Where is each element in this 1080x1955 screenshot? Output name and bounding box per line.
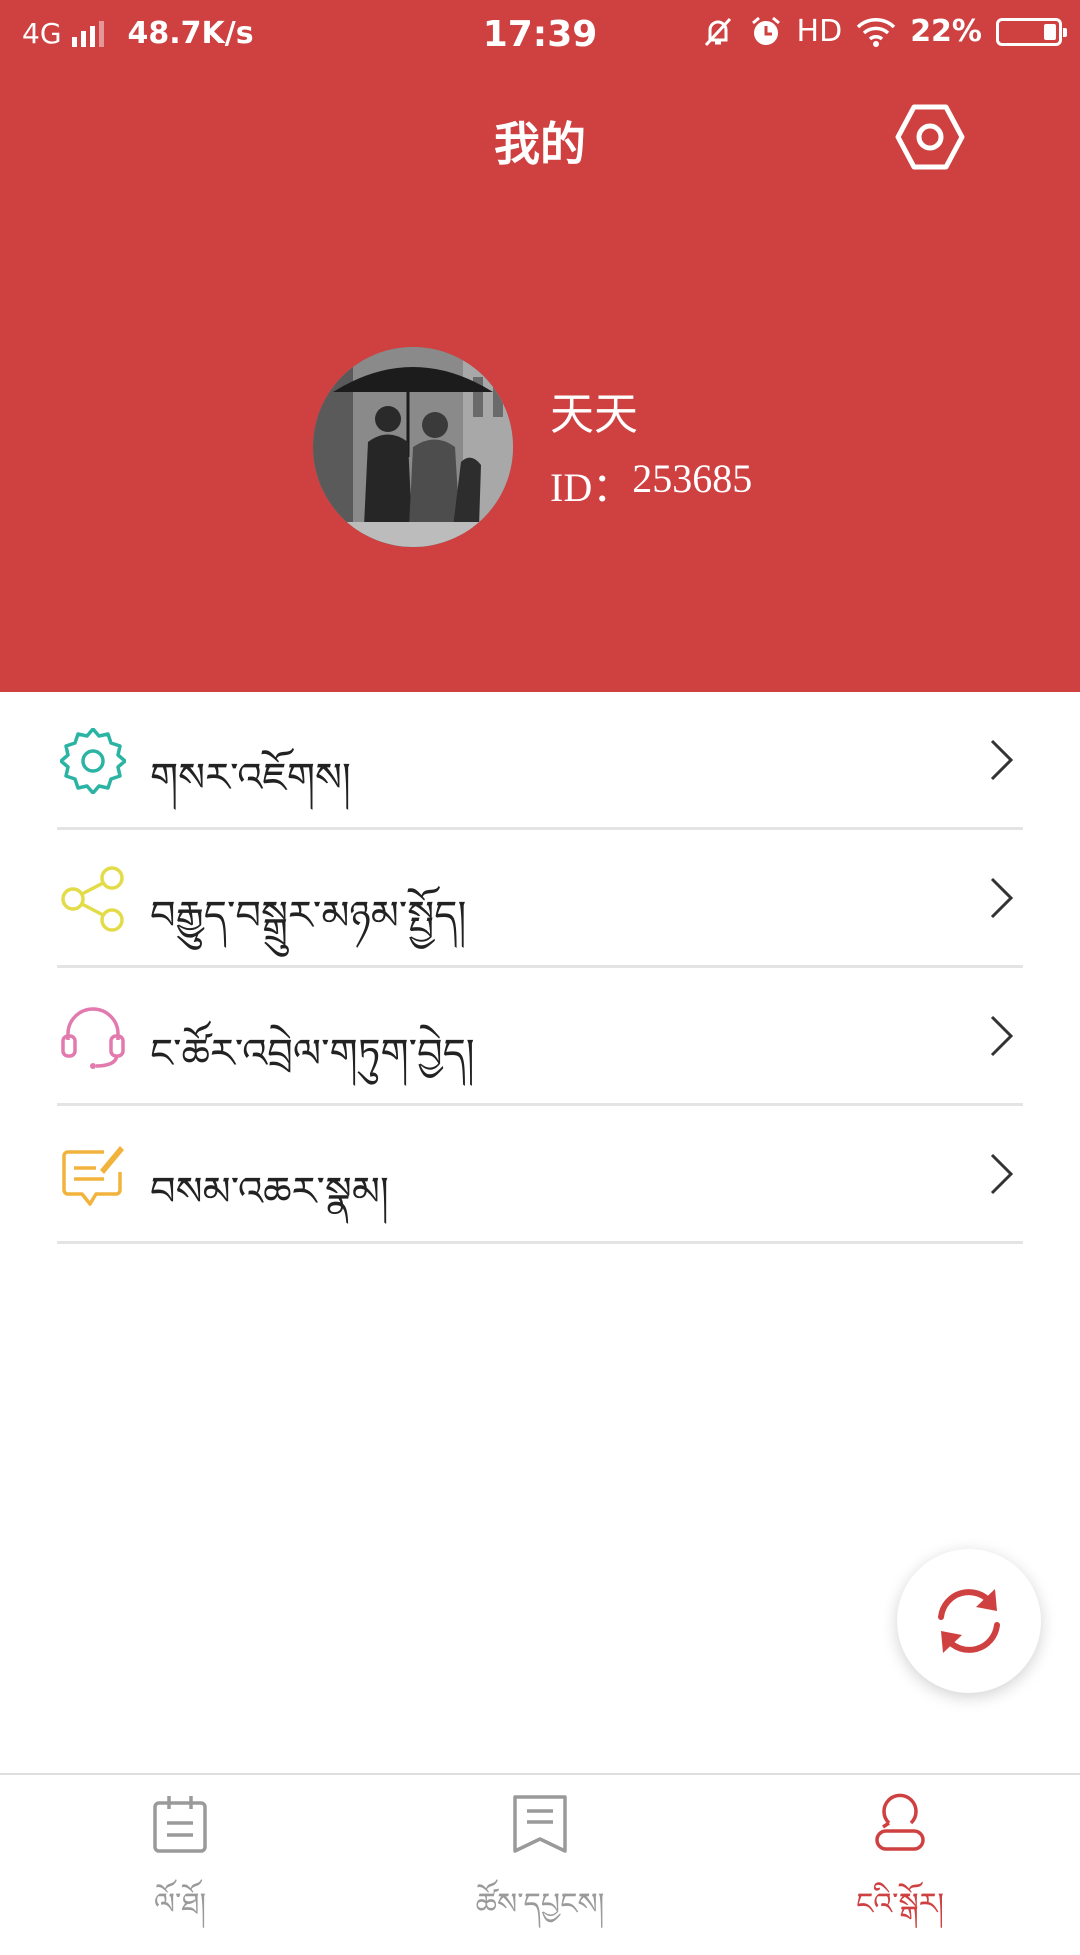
chevron-right-icon (990, 739, 1014, 781)
menu-item-contact[interactable]: ང་ཚོར་འབྲེལ་གཏུག་བྱེད། (57, 968, 1023, 1106)
nav-tab-calendar[interactable]: ལོ་ཐོ། (0, 1775, 360, 1922)
menu-item-settings[interactable]: གསར་འཇོགས། (57, 692, 1023, 830)
menu-label-settings: གསར་འཇོགས། (150, 755, 351, 801)
settings-button[interactable] (895, 100, 965, 175)
menu-item-share[interactable]: བརྒྱུད་བསྒྲུར་མཉམ་སྤྱོད། (57, 830, 1023, 968)
nav-tab-book[interactable]: ཚོས་དཔྱངས། (360, 1775, 720, 1922)
share-icon (61, 866, 124, 932)
battery-icon (996, 17, 1067, 46)
status-bar: 4G 48.7K/s 17:39 HD 22% (0, 0, 1080, 75)
user-id: ID： 253685 (550, 455, 752, 513)
refresh-icon (938, 1589, 1000, 1653)
refresh-button[interactable] (897, 1549, 1041, 1693)
hd-indicator: HD (796, 14, 843, 49)
calendar-icon (153, 1796, 207, 1853)
mute-bell-icon (704, 17, 731, 46)
chevron-right-icon (990, 1153, 1014, 1195)
user-id-label: ID： (550, 465, 633, 510)
menu-list: གསར་འཇོགས། བརྒྱུད་བསྒྲུར་མཉམ་སྤྱོད། ང་ཚོ… (0, 692, 1080, 1244)
nav-tab-mine[interactable]: ངའི་སྒོར། (720, 1775, 1080, 1922)
menu-label-feedback: བསམ་འཆར་སྣམ། (150, 1169, 389, 1215)
feedback-icon (62, 1146, 124, 1206)
profile-header: 4G 48.7K/s 17:39 HD 22% 我的 天天 ID： 253685 (0, 0, 1080, 692)
avatar-photo (313, 347, 513, 547)
nav-label-mine: ངའི་སྒོར། (855, 1887, 945, 1922)
menu-label-contact: ང་ཚོར་འབྲེལ་གཏུག་བྱེད། (150, 1031, 475, 1077)
nav-label-calendar: ལོ་ཐོ། (153, 1887, 207, 1922)
nav-label-book: ཚོས་དཔྱངས། (475, 1887, 605, 1922)
wifi-icon (856, 17, 896, 47)
menu-label-share: བརྒྱུད་བསྒྲུར་མཉམ་སྤྱོད། (150, 893, 467, 939)
avatar[interactable] (313, 347, 513, 547)
username: 天天 (550, 389, 638, 440)
battery-percent: 22% (910, 14, 982, 49)
gear-icon (60, 728, 126, 794)
chevron-right-icon (990, 1015, 1014, 1057)
headset-icon (61, 1007, 125, 1069)
menu-item-feedback[interactable]: བསམ་འཆར་སྣམ། (57, 1106, 1023, 1244)
bottom-nav: ལོ་ཐོ། ཚོས་དཔྱངས། ངའི་སྒོར། (0, 1773, 1080, 1922)
user-id-value: 253685 (632, 456, 753, 501)
book-icon (513, 1795, 567, 1853)
person-icon (875, 1793, 925, 1851)
chevron-right-icon (990, 877, 1014, 919)
alarm-icon (751, 16, 780, 45)
settings-hex-icon (895, 104, 965, 170)
